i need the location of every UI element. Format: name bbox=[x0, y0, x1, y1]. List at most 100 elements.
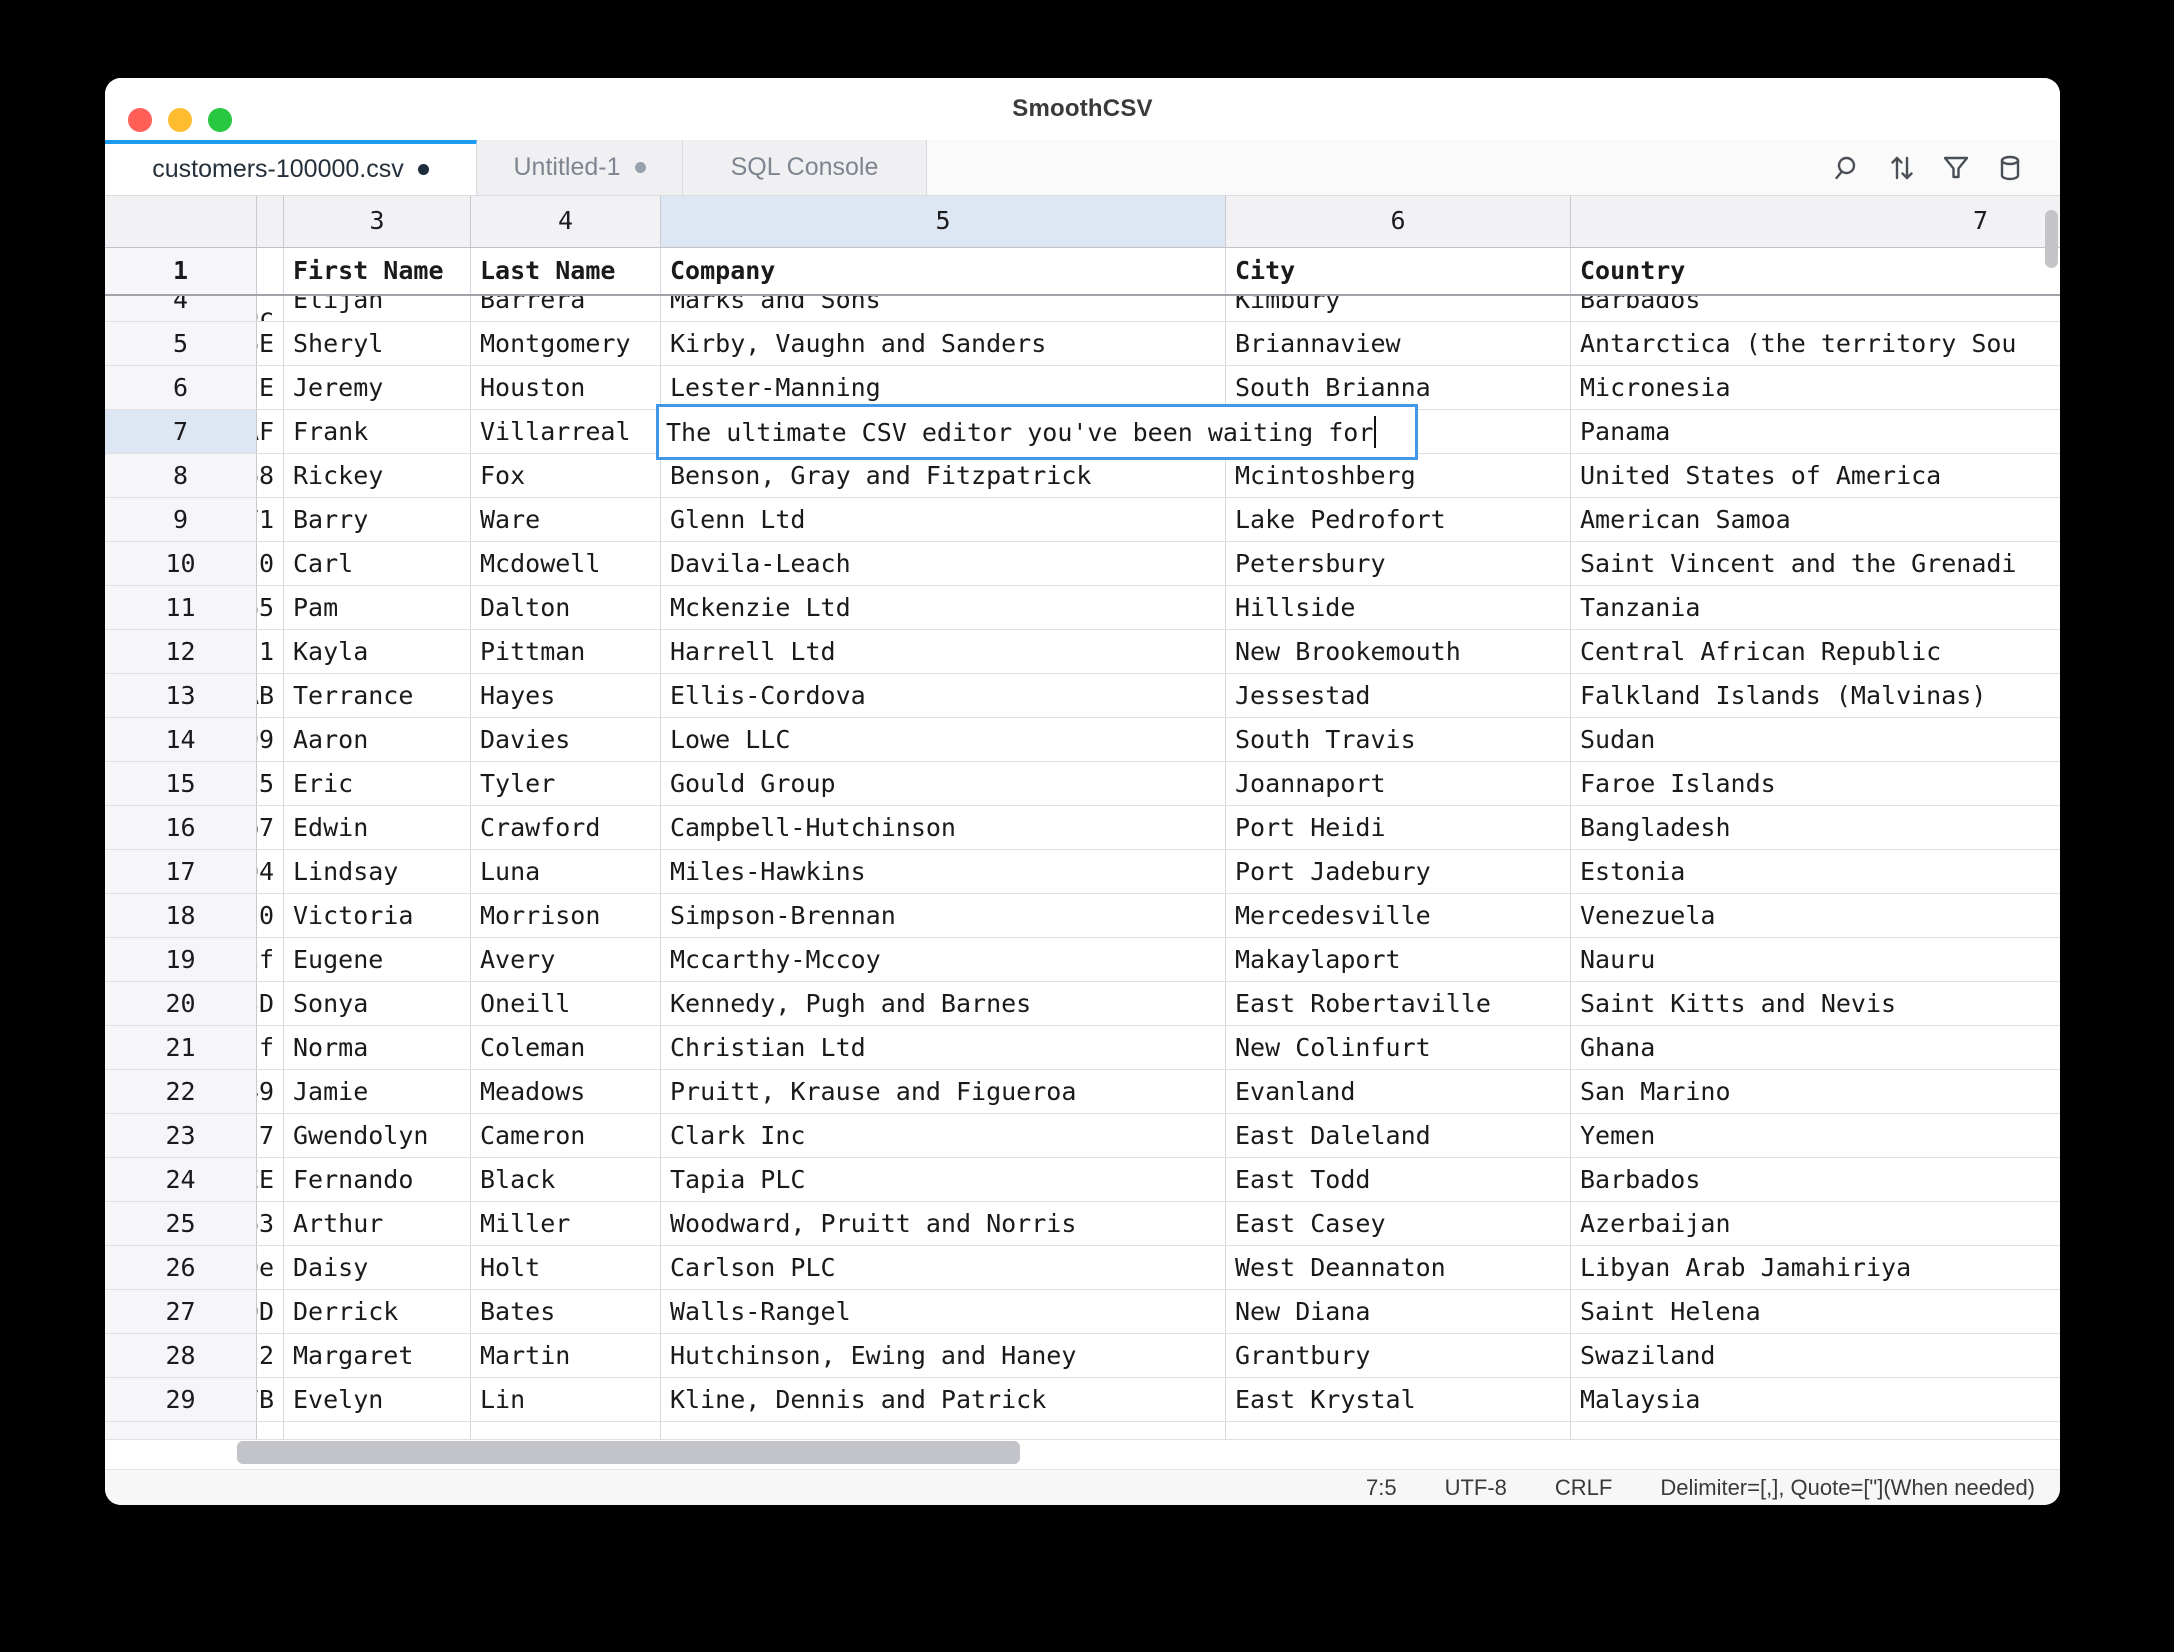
country-cell[interactable]: San Marino bbox=[1571, 1070, 2060, 1113]
last-name-cell[interactable]: Houston bbox=[471, 366, 661, 409]
row-number-cell[interactable]: 7 bbox=[105, 410, 257, 453]
customer-id-fragment-cell[interactable]: 68 bbox=[257, 454, 284, 497]
city-cell[interactable]: Port Jadebury bbox=[1226, 850, 1571, 893]
vertical-scrollbar-thumb[interactable] bbox=[2045, 210, 2058, 268]
city-cell[interactable]: East Krystal bbox=[1226, 1378, 1571, 1421]
company-cell[interactable]: Christian Ltd bbox=[661, 1026, 1226, 1069]
horizontal-scrollbar-thumb[interactable] bbox=[237, 1441, 1020, 1464]
tab-untitled-1[interactable]: Untitled-1 bbox=[477, 140, 683, 195]
company-cell[interactable]: Kline, Dennis and Patrick bbox=[661, 1378, 1226, 1421]
last-name-cell[interactable]: Black bbox=[471, 1158, 661, 1201]
customer-id-fragment-cell[interactable]: 99 bbox=[257, 718, 284, 761]
country-cell[interactable]: Faroe Islands bbox=[1571, 762, 2060, 805]
last-name-cell[interactable]: Tyler bbox=[471, 762, 661, 805]
customer-id-fragment-cell[interactable]: F1 bbox=[257, 498, 284, 541]
zoom-button[interactable] bbox=[208, 108, 232, 132]
row-number-cell[interactable]: 23 bbox=[105, 1114, 257, 1157]
grid-corner-cell[interactable] bbox=[105, 196, 257, 248]
country-cell[interactable]: American Samoa bbox=[1571, 498, 2060, 541]
last-name-cell[interactable]: Cameron bbox=[471, 1114, 661, 1157]
row-number-cell[interactable]: 11 bbox=[105, 586, 257, 629]
row-number-cell[interactable]: 9 bbox=[105, 498, 257, 541]
close-button[interactable] bbox=[128, 108, 152, 132]
first-name-cell[interactable]: Sonya bbox=[284, 982, 471, 1025]
country-cell[interactable]: Panama bbox=[1571, 410, 2060, 453]
row-number-cell[interactable]: 20 bbox=[105, 982, 257, 1025]
empty-cell[interactable] bbox=[105, 1422, 257, 1439]
row-number-cell[interactable]: 28 bbox=[105, 1334, 257, 1377]
row-number-cell[interactable]: 24 bbox=[105, 1158, 257, 1201]
empty-cell[interactable] bbox=[284, 1422, 471, 1439]
row-number-cell[interactable]: 14 bbox=[105, 718, 257, 761]
country-cell[interactable]: Saint Vincent and the Grenadi bbox=[1571, 542, 2060, 585]
country-cell[interactable]: Central African Republic bbox=[1571, 630, 2060, 673]
empty-cell[interactable] bbox=[471, 1422, 661, 1439]
status-delimiter[interactable]: Delimiter=[,], Quote=["](When needed) bbox=[1660, 1475, 2035, 1501]
last-name-cell[interactable]: Holt bbox=[471, 1246, 661, 1289]
city-cell[interactable]: New Brookemouth bbox=[1226, 630, 1571, 673]
first-name-cell[interactable]: Norma bbox=[284, 1026, 471, 1069]
row-number-cell[interactable]: 13 bbox=[105, 674, 257, 717]
company-cell[interactable]: Ellis-Cordova bbox=[661, 674, 1226, 717]
country-cell[interactable]: Micronesia bbox=[1571, 366, 2060, 409]
customer-id-fragment-cell[interactable]: 2E bbox=[257, 366, 284, 409]
empty-cell[interactable] bbox=[1571, 1422, 2060, 1439]
customer-id-fragment-cell[interactable]: AF bbox=[257, 410, 284, 453]
last-name-cell[interactable]: Martin bbox=[471, 1334, 661, 1377]
customer-id-fragment-cell[interactable]: 04 bbox=[257, 850, 284, 893]
first-name-cell[interactable]: Margaret bbox=[284, 1334, 471, 1377]
city-cell[interactable]: Jessestad bbox=[1226, 674, 1571, 717]
row-number-cell[interactable]: 4 bbox=[105, 296, 257, 321]
city-cell[interactable]: South Brianna bbox=[1226, 366, 1571, 409]
last-name-cell[interactable]: Fox bbox=[471, 454, 661, 497]
first-name-cell[interactable]: Sheryl bbox=[284, 322, 471, 365]
customer-id-fragment-cell[interactable]: FB bbox=[257, 1378, 284, 1421]
row-number-cell[interactable]: 17 bbox=[105, 850, 257, 893]
last-name-cell[interactable]: Oneill bbox=[471, 982, 661, 1025]
last-name-cell[interactable]: Lin bbox=[471, 1378, 661, 1421]
tab-sql-console[interactable]: SQL Console bbox=[683, 140, 927, 195]
customer-id-fragment-cell[interactable]: C5 bbox=[257, 762, 284, 805]
row-number-cell[interactable]: 26 bbox=[105, 1246, 257, 1289]
first-name-cell[interactable]: Frank bbox=[284, 410, 471, 453]
first-name-cell[interactable]: Daisy bbox=[284, 1246, 471, 1289]
last-name-cell[interactable]: Crawford bbox=[471, 806, 661, 849]
customer-id-fragment-cell[interactable]: a0 bbox=[257, 542, 284, 585]
row-number-cell[interactable]: 8 bbox=[105, 454, 257, 497]
cell-editor[interactable]: The ultimate CSV editor you've been wait… bbox=[656, 404, 1418, 460]
country-cell[interactable]: Azerbaijan bbox=[1571, 1202, 2060, 1245]
company-cell[interactable]: Simpson-Brennan bbox=[661, 894, 1226, 937]
city-cell[interactable]: Grantbury bbox=[1226, 1334, 1571, 1377]
last-name-cell[interactable]: Dalton bbox=[471, 586, 661, 629]
last-name-cell[interactable]: Hayes bbox=[471, 674, 661, 717]
city-cell[interactable]: Joannaport bbox=[1226, 762, 1571, 805]
city-cell[interactable]: East Casey bbox=[1226, 1202, 1571, 1245]
header-cell[interactable]: Company bbox=[661, 248, 1226, 294]
first-name-cell[interactable]: Barry bbox=[284, 498, 471, 541]
row-number-cell[interactable]: 19 bbox=[105, 938, 257, 981]
customer-id-fragment-cell[interactable]: 5f bbox=[257, 1026, 284, 1069]
last-name-cell[interactable]: Coleman bbox=[471, 1026, 661, 1069]
country-cell[interactable]: Sudan bbox=[1571, 718, 2060, 761]
city-cell[interactable]: Petersbury bbox=[1226, 542, 1571, 585]
customer-id-fragment-cell[interactable]: 9c bbox=[257, 296, 284, 321]
column-header-4[interactable]: 4 bbox=[471, 196, 661, 248]
company-cell[interactable]: Carlson PLC bbox=[661, 1246, 1226, 1289]
first-name-cell[interactable]: Derrick bbox=[284, 1290, 471, 1333]
column-header-6[interactable]: 6 bbox=[1226, 196, 1571, 248]
row-number-cell[interactable]: 18 bbox=[105, 894, 257, 937]
company-cell[interactable]: Kirby, Vaughn and Sanders bbox=[661, 322, 1226, 365]
last-name-cell[interactable]: Miller bbox=[471, 1202, 661, 1245]
first-name-cell[interactable]: Kayla bbox=[284, 630, 471, 673]
city-cell[interactable]: Mercedesville bbox=[1226, 894, 1571, 937]
filter-icon[interactable] bbox=[1942, 154, 1970, 182]
first-name-cell[interactable]: Evelyn bbox=[284, 1378, 471, 1421]
customer-id-fragment-cell[interactable]: 63 bbox=[257, 1202, 284, 1245]
customer-id-fragment-cell[interactable]: d1 bbox=[257, 630, 284, 673]
city-cell[interactable]: Lake Pedrofort bbox=[1226, 498, 1571, 541]
empty-cell[interactable] bbox=[1226, 1422, 1571, 1439]
row-number-cell[interactable]: 22 bbox=[105, 1070, 257, 1113]
country-cell[interactable]: Antarctica (the territory Sou bbox=[1571, 322, 2060, 365]
first-name-cell[interactable]: Elijah bbox=[284, 296, 471, 321]
company-cell[interactable]: Tapia PLC bbox=[661, 1158, 1226, 1201]
